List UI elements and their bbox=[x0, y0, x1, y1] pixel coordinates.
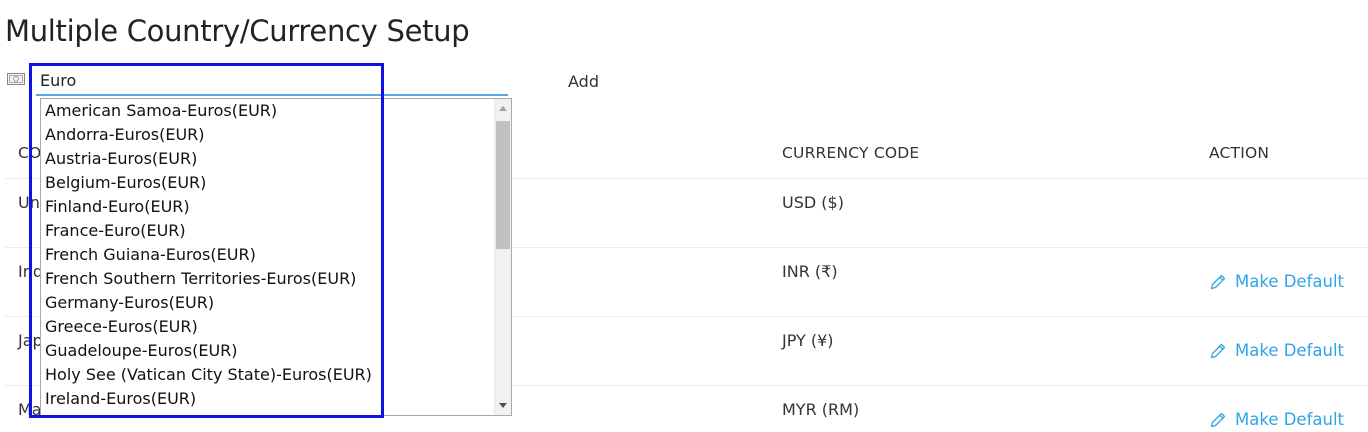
page-title: Multiple Country/Currency Setup bbox=[5, 14, 470, 48]
scroll-up-icon[interactable] bbox=[499, 106, 507, 111]
dropdown-option[interactable]: Guadeloupe-Euros(EUR) bbox=[41, 339, 511, 363]
dropdown-scrollbar[interactable] bbox=[494, 99, 511, 415]
column-header-action: ACTION bbox=[1209, 144, 1270, 162]
currency-dropdown-list[interactable]: American Samoa-Euros(EUR) Andorra-Euros(E… bbox=[40, 98, 512, 416]
country-cell: Jap bbox=[18, 331, 43, 350]
dropdown-option[interactable]: France-Euro(EUR) bbox=[41, 219, 511, 243]
dropdown-option[interactable]: French Guiana-Euros(EUR) bbox=[41, 243, 511, 267]
dropdown-option[interactable]: Holy See (Vatican City State)-Euros(EUR) bbox=[41, 363, 511, 387]
scroll-thumb[interactable] bbox=[496, 121, 510, 249]
make-default-button[interactable]: Make Default bbox=[1209, 410, 1344, 429]
currency-cell: MYR (RM) bbox=[782, 400, 860, 419]
pencil-icon bbox=[1210, 343, 1226, 358]
dropdown-option[interactable]: Greece-Euros(EUR) bbox=[41, 315, 511, 339]
dropdown-items: American Samoa-Euros(EUR) Andorra-Euros(E… bbox=[41, 99, 511, 411]
pencil-icon bbox=[1210, 274, 1226, 289]
currency-cell: JPY (¥) bbox=[782, 331, 834, 350]
dropdown-option[interactable]: American Samoa-Euros(EUR) bbox=[41, 99, 511, 123]
column-header-country: CO bbox=[18, 144, 42, 162]
dropdown-option[interactable]: Andorra-Euros(EUR) bbox=[41, 123, 511, 147]
make-default-label: Make Default bbox=[1235, 272, 1344, 291]
dropdown-option[interactable]: Finland-Euro(EUR) bbox=[41, 195, 511, 219]
currency-search-input[interactable] bbox=[36, 66, 508, 96]
currency-cell: INR (₹) bbox=[782, 262, 838, 281]
currency-cell: USD ($) bbox=[782, 193, 844, 212]
pencil-icon bbox=[1210, 412, 1226, 427]
dropdown-option[interactable]: Germany-Euros(EUR) bbox=[41, 291, 511, 315]
dropdown-option[interactable]: Ireland-Euros(EUR) bbox=[41, 387, 511, 411]
make-default-button[interactable]: Make Default bbox=[1209, 341, 1344, 360]
make-default-label: Make Default bbox=[1235, 410, 1344, 429]
make-default-button[interactable]: Make Default bbox=[1209, 272, 1344, 291]
scroll-down-icon[interactable] bbox=[499, 403, 507, 408]
add-button[interactable]: Add bbox=[568, 72, 599, 91]
money-icon bbox=[7, 73, 25, 85]
dropdown-option[interactable]: Belgium-Euros(EUR) bbox=[41, 171, 511, 195]
column-header-currency-code: CURRENCY CODE bbox=[782, 144, 920, 162]
make-default-label: Make Default bbox=[1235, 341, 1344, 360]
dropdown-option[interactable]: Austria-Euros(EUR) bbox=[41, 147, 511, 171]
dropdown-option[interactable]: French Southern Territories-Euros(EUR) bbox=[41, 267, 511, 291]
country-cell: Ma bbox=[18, 400, 42, 419]
